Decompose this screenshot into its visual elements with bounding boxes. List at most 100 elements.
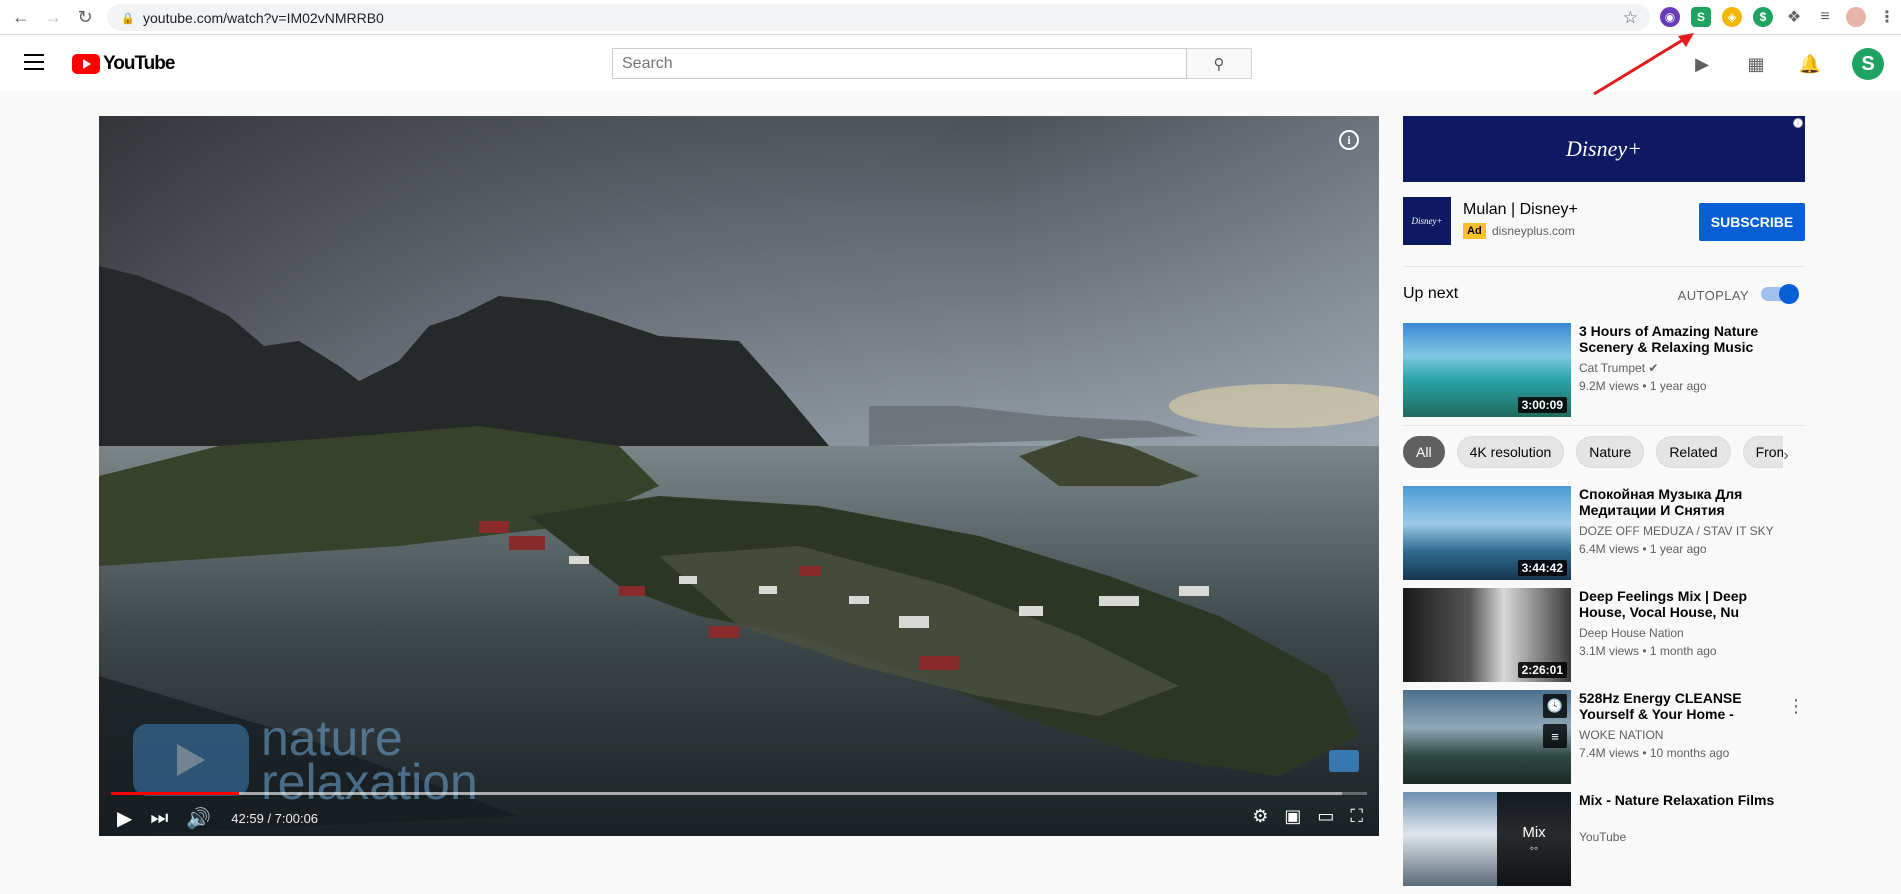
theater-mode-icon[interactable]: ▭ [1317, 806, 1334, 827]
ad-thumbnail[interactable]: Disney+ [1403, 197, 1451, 245]
verified-check-icon: ✔ [1648, 361, 1659, 375]
watermark-line2: relaxation [261, 754, 478, 810]
watermark-logo-icon [133, 724, 249, 796]
video-channel[interactable]: Cat Trumpet ✔ [1579, 361, 1658, 375]
video-channel[interactable]: DOZE OFF MEDUZA / STAV IT SKY [1579, 524, 1774, 538]
video-duration: 3:00:09 [1517, 397, 1567, 413]
video-thumbnail[interactable]: 🕓 ≡ [1403, 690, 1571, 784]
ad-title[interactable]: Mulan | Disney+ [1463, 201, 1578, 219]
ad-badge: Ad [1463, 223, 1486, 239]
chip-4k-resolution[interactable]: 4K resolution [1456, 436, 1565, 468]
mix-playlist-icon: ◦◦ [1529, 840, 1539, 855]
volume-icon[interactable]: 🔊 [186, 806, 211, 831]
video-thumbnail[interactable]: 2:26:01 [1403, 588, 1571, 682]
search-icon: ⚲ [1213, 55, 1225, 73]
extension-dollar-icon[interactable]: $ [1753, 7, 1773, 27]
back-icon[interactable]: ← [10, 6, 32, 28]
video-thumbnail[interactable]: 3:44:42 [1403, 486, 1571, 580]
divider [1403, 425, 1805, 426]
ad-info-icon[interactable]: i [1793, 118, 1803, 128]
time-display: 42:59 / 7:00:06 [231, 810, 319, 826]
watermark-text: nature relaxation [261, 713, 478, 810]
list-item[interactable]: 2:26:01 Deep Feelings Mix | Deep House, … [1403, 588, 1805, 682]
video-thumbnail[interactable]: 3:00:09 [1403, 323, 1571, 417]
reading-list-icon[interactable]: ≡ [1815, 7, 1835, 27]
list-item[interactable]: 🕓 ≡ 528Hz Energy CLEANSE Yourself & Your… [1403, 690, 1805, 784]
video-title[interactable]: 528Hz Energy CLEANSE Yourself & Your Hom… [1579, 690, 1779, 722]
lock-icon: 🔒 [121, 12, 135, 25]
youtube-logo[interactable]: YouTube [72, 53, 175, 75]
video-title[interactable]: Mix - Nature Relaxation Films [1579, 792, 1779, 808]
video-meta: 6.4M views • 1 year ago [1579, 542, 1707, 556]
address-bar[interactable]: 🔒 youtube.com/watch?v=IM02vNMRRB0 ☆ [107, 4, 1650, 31]
notifications-bell-icon[interactable]: 🔔 [1798, 52, 1822, 76]
next-icon[interactable]: ⏭ [150, 807, 168, 830]
chips-next-chevron-icon[interactable]: › [1775, 440, 1797, 472]
extensions-puzzle-icon[interactable]: ❖ [1784, 7, 1804, 27]
menu-hamburger-icon[interactable] [24, 54, 44, 70]
player-controls-right: ⚙ ▣ ▭ ⛶ [1252, 806, 1363, 827]
sidebar: Disney+ i Disney+ Mulan | Disney+ Ad dis… [1403, 116, 1805, 894]
chip-related[interactable]: Related [1656, 436, 1731, 468]
list-item[interactable]: Mix ◦◦ Mix - Nature Relaxation Films You… [1403, 792, 1805, 886]
play-icon[interactable]: ▶ [117, 806, 132, 831]
up-next-video[interactable]: 3:00:09 3 Hours of Amazing Nature Scener… [1403, 323, 1805, 417]
ad-banner[interactable]: Disney+ i [1403, 116, 1805, 182]
reload-icon[interactable]: ↻ [74, 6, 96, 28]
up-next-row: Up next AUTOPLAY [1403, 279, 1805, 323]
chip-all[interactable]: All [1403, 436, 1445, 468]
url-text[interactable]: youtube.com/watch?v=IM02vNMRRB0 [143, 10, 384, 26]
mix-overlay: Mix ◦◦ [1497, 792, 1571, 886]
ad-domain[interactable]: disneyplus.com [1492, 224, 1575, 238]
youtube-play-logo-icon [72, 54, 100, 74]
video-meta: 3.1M views • 1 month ago [1579, 644, 1717, 658]
autoplay-toggle[interactable] [1761, 284, 1799, 304]
video-thumbnail[interactable]: Mix ◦◦ [1403, 792, 1571, 886]
search-box[interactable] [612, 48, 1187, 79]
up-next-label: Up next [1403, 285, 1459, 302]
browser-menu-icon[interactable]: ⋮ [1877, 7, 1897, 27]
channel-watermark: nature relaxation [133, 713, 478, 810]
video-player[interactable]: i nature relaxation ▶ ⏭ 🔊 42:59 / 7:00:0… [99, 116, 1379, 836]
annotation-arrow [1593, 33, 1694, 96]
bookmark-star-icon[interactable]: ☆ [1623, 8, 1638, 28]
player-controls: ▶ ⏭ 🔊 42:59 / 7:00:06 ⚙ ▣ ▭ ⛶ [99, 800, 1379, 836]
ad-banner-brand: Disney+ [1566, 136, 1642, 161]
profile-avatar-icon[interactable] [1846, 7, 1866, 27]
watch-later-icon[interactable]: 🕓 [1543, 694, 1567, 718]
miniplayer-icon[interactable]: ▣ [1284, 806, 1301, 827]
video-title[interactable]: 3 Hours of Amazing Nature Scenery & Rela… [1579, 323, 1779, 355]
apps-grid-icon[interactable]: ▦ [1744, 52, 1768, 76]
account-avatar[interactable]: S [1852, 48, 1884, 80]
search-input[interactable] [622, 54, 1186, 73]
add-to-queue-icon[interactable]: ≡ [1543, 724, 1567, 748]
video-title[interactable]: Спокойная Музыка Для Медитации И Снятия … [1579, 486, 1779, 518]
fullscreen-icon[interactable]: ⛶ [1350, 806, 1363, 827]
filter-chips: All 4K resolution Nature Related From [1403, 436, 1783, 468]
video-title[interactable]: Deep Feelings Mix | Deep House, Vocal Ho… [1579, 588, 1779, 620]
search-button[interactable]: ⚲ [1187, 48, 1252, 79]
video-channel[interactable]: Deep House Nation [1579, 626, 1684, 640]
progress-played [111, 792, 240, 795]
header-icons: ▶ ▦ 🔔 S [1690, 48, 1884, 80]
forward-icon[interactable]: → [42, 6, 64, 28]
video-meta: 7.4M views • 10 months ago [1579, 746, 1730, 760]
video-meta: 9.2M views • 1 year ago [1579, 379, 1707, 393]
extension-camera-icon[interactable]: ◉ [1660, 7, 1680, 27]
extension-s-icon[interactable]: S [1691, 7, 1711, 27]
settings-gear-icon[interactable]: ⚙ [1252, 806, 1268, 827]
subscribe-button[interactable]: SUBSCRIBE [1699, 203, 1805, 241]
more-options-icon[interactable]: ⋮ [1787, 696, 1805, 717]
autoplay-label: AUTOPLAY [1677, 288, 1749, 303]
chip-nature[interactable]: Nature [1576, 436, 1645, 468]
video-channel[interactable]: YouTube [1579, 830, 1626, 844]
channel-branding-icon[interactable] [1329, 750, 1359, 772]
video-duration: 3:44:42 [1517, 560, 1567, 576]
progress-loaded [111, 792, 1342, 795]
progress-bar[interactable] [111, 792, 1367, 795]
video-channel[interactable]: WOKE NATION [1579, 728, 1663, 742]
list-item[interactable]: 3:44:42 Спокойная Музыка Для Медитации И… [1403, 486, 1805, 580]
info-icon[interactable]: i [1339, 130, 1359, 150]
ad-row: Disney+ Mulan | Disney+ Ad disneyplus.co… [1403, 197, 1805, 267]
extension-color-icon[interactable]: ◈ [1722, 7, 1742, 27]
